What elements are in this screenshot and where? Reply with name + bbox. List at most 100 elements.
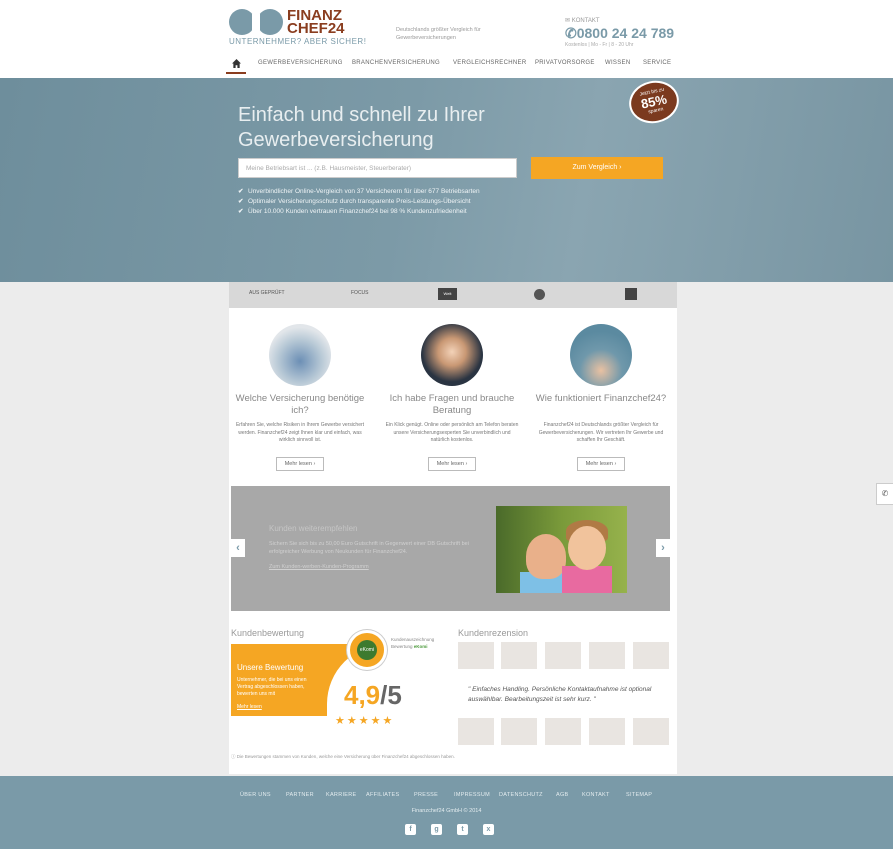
- children-photo: [496, 506, 627, 593]
- testimonials-section-title: Kundenrezension: [458, 628, 529, 638]
- customer-photo: [633, 642, 669, 669]
- nav-item-gewerbeversicherung[interactable]: GEWERBEVERSICHERUNG: [258, 60, 343, 66]
- customer-photo: [545, 718, 581, 745]
- footer-link-karriere[interactable]: KARRIERE: [326, 792, 357, 798]
- footer-link-presse[interactable]: PRESSE: [414, 792, 438, 798]
- customer-faces-grid: " Einfaches Handling. Persönliche Kontak…: [458, 642, 670, 747]
- press-logo-1: AUS GEPRÜFT: [249, 290, 285, 296]
- check-icon: ✔: [238, 188, 244, 195]
- footer-link-ueber-uns[interactable]: ÜBER UNS: [240, 792, 271, 798]
- slider-prev-button[interactable]: ‹: [231, 539, 245, 557]
- nav-item-privatvorsorge[interactable]: PRIVATVORSORGE: [535, 60, 595, 66]
- customer-photo: [589, 642, 625, 669]
- footer-link-datenschutz[interactable]: DATENSCHUTZ: [499, 792, 543, 798]
- slider-next-button[interactable]: ›: [656, 539, 670, 557]
- footer-copyright: Finanzchef24 GmbH © 2014: [411, 808, 482, 814]
- phone-icon: ✆: [881, 489, 889, 498]
- header-phone[interactable]: ✆0800 24 24 789: [565, 25, 674, 42]
- chevron-right-icon: ›: [619, 164, 622, 171]
- logo-tagline: UNTERNEHMER? ABER SICHER!: [229, 37, 367, 46]
- customer-photo: [501, 642, 537, 669]
- ekomi-seal[interactable]: eKomi: [347, 630, 387, 670]
- site-header: FINANZ CHEF24 UNTERNEHMER? ABER SICHER! …: [0, 0, 893, 78]
- rating-more-link[interactable]: Mehr lesen: [237, 704, 262, 710]
- rating-score: 4,9/5: [344, 680, 402, 710]
- press-logo-welt: Welt: [438, 288, 457, 300]
- customer-photo: [633, 718, 669, 745]
- slider-text: Sichern Sie sich bis zu 50,00 Euro Gutsc…: [269, 541, 469, 555]
- chevron-left-icon: ‹: [236, 542, 240, 554]
- feature-more-button[interactable]: Mehr lesen ›: [577, 457, 625, 471]
- site-footer: ÜBER UNS PARTNER KARRIERE AFFILIATES PRE…: [0, 776, 893, 849]
- consultants-image: [421, 324, 483, 386]
- rating-box-title: Unsere Bewertung: [237, 663, 304, 672]
- press-logo-circle: [534, 289, 545, 300]
- customer-photo: [458, 642, 494, 669]
- slider-title: Kunden weiterempfehlen: [269, 524, 358, 533]
- finanzchef24-logo[interactable]: FINANZ CHEF24 UNTERNEHMER? ABER SICHER!: [229, 7, 366, 49]
- idea-image: [570, 324, 632, 386]
- feature-title: Welche Versicherung benötige ich?: [235, 393, 365, 416]
- feature-text: Finanzchef24 ist Deutschlands größter Ve…: [538, 422, 664, 443]
- check-icon: ✔: [238, 208, 244, 215]
- nav-item-branchenversicherung[interactable]: BRANCHENVERSICHERUNG: [352, 60, 440, 66]
- contact-label: ✉ KONTAKT: [565, 18, 600, 24]
- footer-link-agb[interactable]: AGB: [556, 792, 569, 798]
- hero-benefits-list: ✔ Unverbindlicher Online-Vergleich von 37…: [238, 187, 480, 217]
- google-plus-icon[interactable]: g: [431, 824, 442, 835]
- footer-link-affiliates[interactable]: AFFILIATES: [366, 792, 399, 798]
- press-logo-focus: FOCUS: [351, 290, 369, 296]
- facebook-icon[interactable]: f: [405, 824, 416, 835]
- feature-text: Erfahren Sie, welche Risiken in Ihrem Ge…: [235, 422, 365, 443]
- benefit-item: ✔ Über 10.000 Kunden vertrauen Finanzchef…: [238, 208, 467, 215]
- footer-link-impressum[interactable]: IMPRESSUM: [454, 792, 490, 798]
- benefit-item: ✔ Unverbindlicher Online-Vergleich von 37…: [238, 188, 480, 195]
- footer-link-kontakt[interactable]: KONTAKT: [582, 792, 610, 798]
- press-logo-strip: AUS GEPRÜFT FOCUS Welt: [229, 282, 677, 308]
- hero-title: Einfach und schnell zu Ihrer Gewerbevers…: [238, 104, 485, 151]
- header-contact[interactable]: ✉ KONTAKT ✆0800 24 24 789 Kostenlos | Mo…: [565, 17, 674, 48]
- footer-link-partner[interactable]: PARTNER: [286, 792, 314, 798]
- chevron-right-icon: ›: [661, 542, 665, 554]
- main-nav: GEWERBEVERSICHERUNG BRANCHENVERSICHERUNG…: [222, 57, 678, 77]
- side-phone-tab[interactable]: ✆: [876, 483, 893, 505]
- xing-icon[interactable]: x: [483, 824, 494, 835]
- chat-icon: ✉: [565, 18, 571, 24]
- main-content: Welche Versicherung benötige ich? Erfahr…: [229, 308, 677, 774]
- feature-title: Ich habe Fragen und brauche Beratung: [389, 393, 515, 416]
- benefit-item: ✔ Optimaler Versicherungsschutz durch tra…: [238, 198, 471, 205]
- nav-item-vergleichsrechner[interactable]: VERGLEICHSRECHNER: [453, 60, 526, 66]
- press-logo-square: [625, 288, 637, 300]
- customer-photo: [501, 718, 537, 745]
- rating-box-text: Unternehmer, die bei uns einen Vertrag a…: [237, 677, 307, 697]
- business-type-search-input[interactable]: Meine Betriebsart ist ... (z.B. Hausmeis…: [238, 158, 517, 178]
- feature-title: Wie funktioniert Finanzchef24?: [535, 393, 667, 404]
- rating-stars: ★★★★★: [335, 715, 395, 727]
- referral-slider: Kunden weiterempfehlen Sichern Sie sich …: [231, 486, 670, 611]
- customer-photo: [458, 718, 494, 745]
- feature-text: Ein Klick genügt. Online oder persönlich…: [385, 422, 519, 443]
- ekomi-seal-text: Kundenauszeichnung Bewertung eKomi: [391, 637, 435, 649]
- header-hours: Kostenlos | Mo - Fr | 8 - 20 Uhr: [565, 42, 634, 48]
- laptop-image: [269, 324, 331, 386]
- logo-bar: [252, 14, 260, 30]
- nav-item-wissen[interactable]: WISSEN: [605, 60, 630, 66]
- twitter-icon[interactable]: t: [457, 824, 468, 835]
- nav-item-service[interactable]: SERVICE: [643, 60, 671, 66]
- check-icon: ✔: [238, 198, 244, 205]
- footer-link-sitemap[interactable]: SITEMAP: [626, 792, 652, 798]
- phone-icon: ✆: [565, 25, 577, 41]
- customer-photo: [545, 642, 581, 669]
- rating-footnote: ⓘ Die Bewertungen stammen von Kunden, we…: [231, 754, 455, 759]
- slider-link[interactable]: Zum Kunden-werben-Kunden-Programm: [269, 564, 369, 570]
- feature-more-button[interactable]: Mehr lesen ›: [276, 457, 324, 471]
- ekomi-seal-label: eKomi: [357, 640, 377, 660]
- feature-more-button[interactable]: Mehr lesen ›: [428, 457, 476, 471]
- home-icon[interactable]: [232, 59, 241, 68]
- logo-wordmark: FINANZ CHEF24: [287, 7, 345, 37]
- logo-circle-right: [257, 9, 283, 35]
- customer-photo: [589, 718, 625, 745]
- compare-button[interactable]: Zum Vergleich ›: [531, 157, 663, 179]
- header-claim: Deutschlands größter Vergleich für Gewer…: [396, 27, 481, 41]
- testimonial-quote: " Einfaches Handling. Persönliche Kontak…: [460, 680, 668, 712]
